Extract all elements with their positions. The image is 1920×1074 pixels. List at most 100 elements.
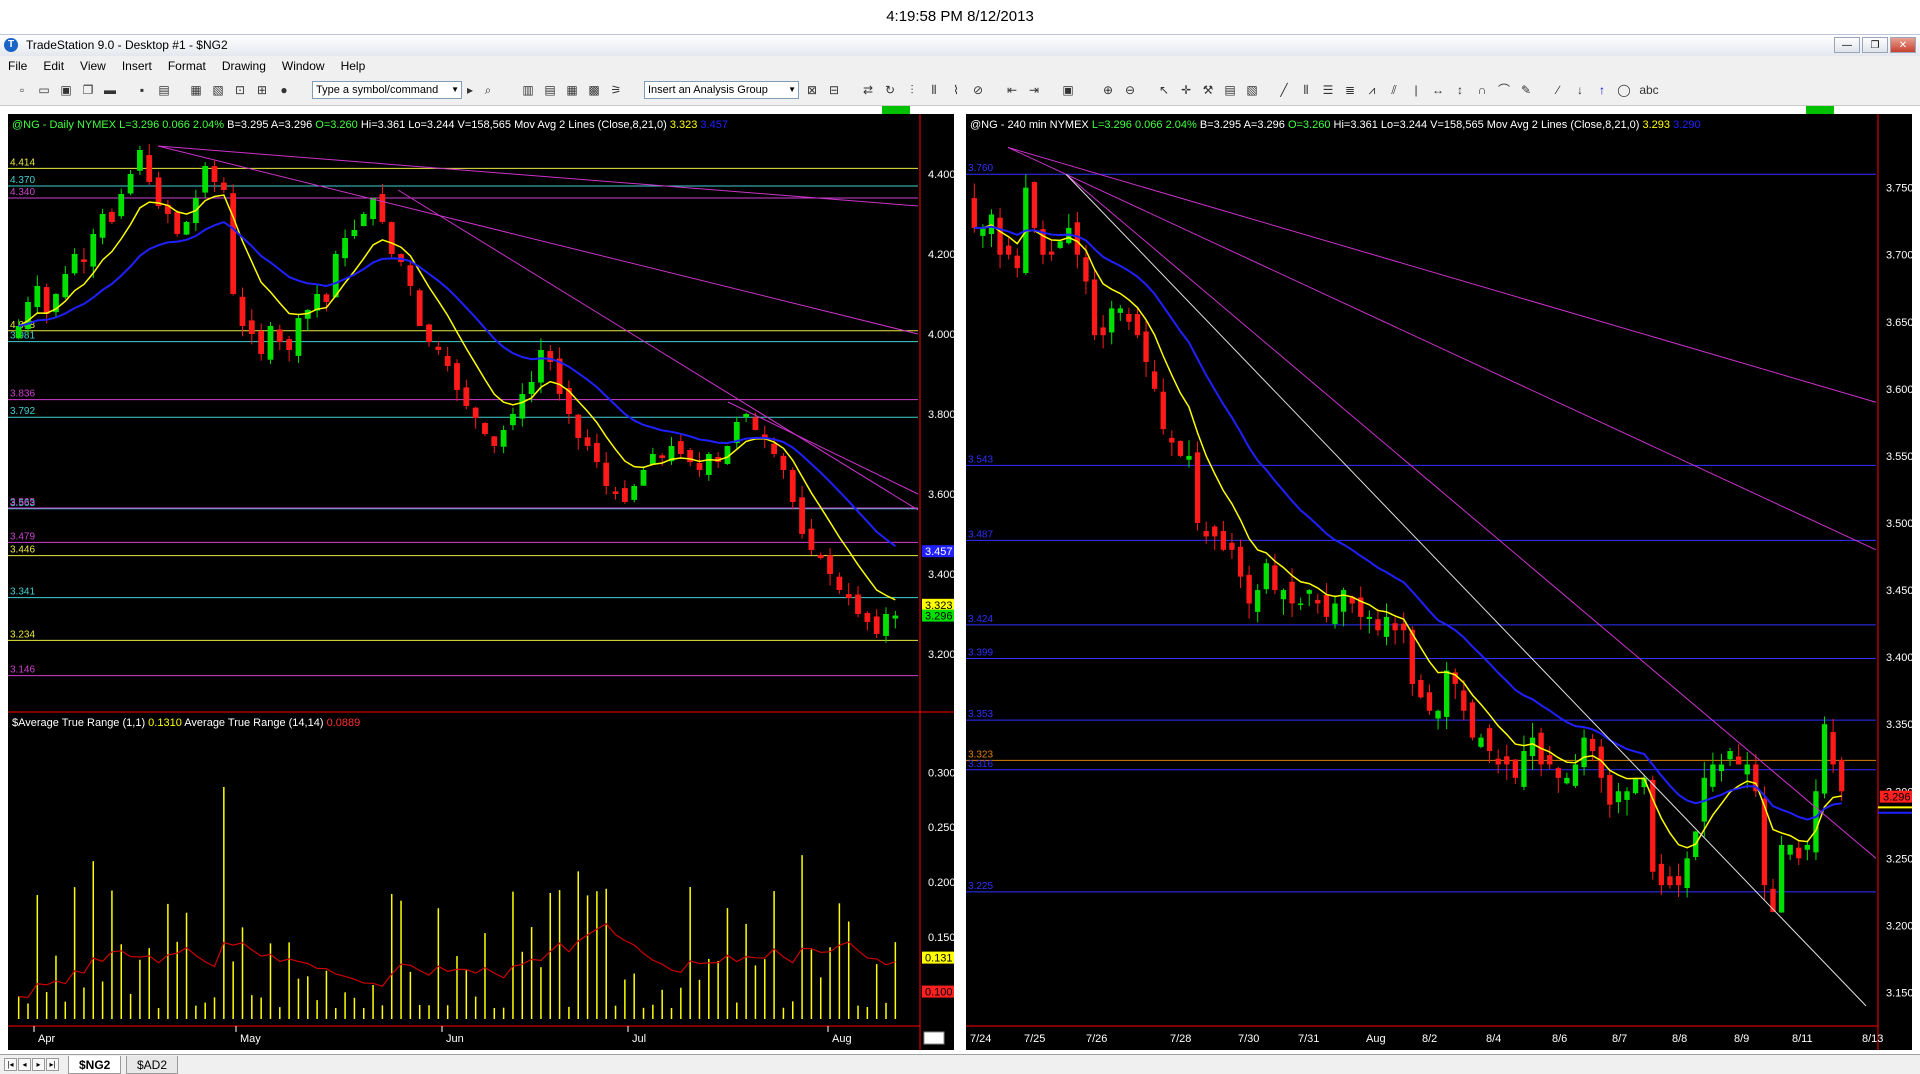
chart-settings-icon[interactable]: ▣: [1060, 82, 1076, 98]
left-chart-marker: [882, 106, 910, 114]
price-candle: [1366, 616, 1373, 619]
window-titlebar: T TradeStation 9.0 - Desktop #1 - $NG2 —…: [0, 34, 1920, 56]
symbol-lookup-icon[interactable]: ⌕: [480, 82, 496, 98]
first-tab-icon[interactable]: |◂: [4, 1058, 17, 1071]
scroll-left-icon[interactable]: ⇤: [1004, 82, 1020, 98]
copy-icon[interactable]: ❐: [80, 82, 96, 98]
daily-chart-window[interactable]: 4.414 4.370 4.340 4.008 3.981 3.836 3.792 3.563…: [8, 114, 954, 1050]
menu-window[interactable]: Window: [274, 56, 333, 76]
price-candle: [1727, 751, 1733, 760]
menu-format[interactable]: Format: [160, 56, 214, 76]
refresh-icon[interactable]: ↻: [882, 82, 898, 98]
menu-view[interactable]: View: [72, 56, 114, 76]
time-axis-label: 7/26: [1086, 1033, 1107, 1045]
fibonacci-icon[interactable]: ≣: [1342, 82, 1358, 98]
chevron-down-icon[interactable]: ▼: [451, 82, 459, 98]
daily-bid: B=3.295: [227, 119, 268, 131]
horizontal-lines-icon[interactable]: ☰: [1320, 82, 1336, 98]
radar-icon[interactable]: ▤: [542, 82, 558, 98]
price-candle: [510, 414, 516, 426]
print-icon[interactable]: ▤: [156, 82, 172, 98]
menu-bar: File Edit View Insert Format Drawing Win…: [0, 56, 1920, 76]
level-label: 3.353: [968, 709, 993, 720]
strategy-icon[interactable]: ⊠: [804, 82, 820, 98]
arrow-down-icon[interactable]: ↓: [1572, 82, 1588, 98]
zoom-in-icon[interactable]: ⊕: [1100, 82, 1116, 98]
folder-icon[interactable]: ▬: [102, 82, 118, 98]
price-candle: [1521, 751, 1527, 787]
prev-tab-icon[interactable]: ◂: [18, 1058, 31, 1071]
window-icon[interactable]: ▦: [188, 82, 204, 98]
price-candle: [1151, 371, 1158, 389]
lock-icon[interactable]: ⊡: [232, 82, 248, 98]
menu-drawing[interactable]: Drawing: [214, 56, 274, 76]
arc-icon[interactable]: ∩: [1474, 82, 1490, 98]
close-button[interactable]: ✕: [1890, 37, 1916, 53]
grid-icon[interactable]: ▩: [586, 82, 602, 98]
price-candle: [444, 355, 451, 366]
crosshair-icon[interactable]: ✛: [1178, 82, 1194, 98]
freehand-icon[interactable]: ∕: [1550, 82, 1566, 98]
h-arrow-icon[interactable]: ↔: [1430, 82, 1446, 98]
globe-icon[interactable]: ●: [276, 82, 292, 98]
trendline-icon[interactable]: ╱: [1276, 82, 1292, 98]
speed-lines-icon[interactable]: ⌒: [1496, 82, 1512, 98]
price-candle: [603, 462, 610, 486]
vertical-lines-icon[interactable]: ⦀: [1298, 82, 1314, 98]
pointer-icon[interactable]: ↖: [1156, 82, 1172, 98]
text-abc-icon[interactable]: abc: [1638, 82, 1660, 98]
price-candle: [528, 382, 535, 395]
link-icon[interactable]: ⊞: [254, 82, 270, 98]
new-icon[interactable]: ▫: [14, 82, 30, 98]
pen-icon[interactable]: ✎: [1518, 82, 1534, 98]
v-arrow-icon[interactable]: ↕: [1452, 82, 1468, 98]
price-candle: [1443, 670, 1450, 717]
maximize-button[interactable]: ❐: [1862, 37, 1888, 53]
save-all-icon[interactable]: ▣: [58, 82, 74, 98]
analysis-group-select[interactable]: Insert an Analysis Group ▼: [644, 81, 799, 99]
bar-icon[interactable]: ⫶: [904, 82, 920, 98]
data-window-icon[interactable]: ▤: [1222, 82, 1238, 98]
daily-chart[interactable]: 4.4144.3704.3404.0083.9813.8363.7923.563…: [8, 114, 954, 1050]
time-axis-label: May: [240, 1033, 261, 1045]
save-icon[interactable]: ▪: [134, 82, 150, 98]
last-tab-icon[interactable]: ▸|: [46, 1058, 59, 1071]
ma-fast-line: [974, 224, 1842, 849]
gann-fan-icon[interactable]: ⩘: [1364, 82, 1380, 98]
next-tab-icon[interactable]: ▸: [32, 1058, 45, 1071]
zoom-out-icon[interactable]: ⊖: [1122, 82, 1138, 98]
text-icon[interactable]: ▧: [1244, 82, 1260, 98]
format-icon[interactable]: ⇄: [860, 82, 876, 98]
price-candle: [1160, 391, 1166, 430]
chart-icon[interactable]: ▥: [520, 82, 536, 98]
scroll-right-icon[interactable]: ⇥: [1026, 82, 1042, 98]
chevron-down-icon[interactable]: ▼: [788, 82, 796, 98]
symbol-input[interactable]: Type a symbol/command ▼: [312, 81, 462, 99]
tab-ng2[interactable]: $NG2: [68, 1056, 122, 1074]
line-chart-icon[interactable]: ⌇: [948, 82, 964, 98]
indicator-icon[interactable]: ⊟: [826, 82, 842, 98]
minimize-button[interactable]: —: [1834, 37, 1860, 53]
menu-help[interactable]: Help: [333, 56, 374, 76]
tools-icon[interactable]: ⚒: [1200, 82, 1216, 98]
tab-ad2[interactable]: $AD2: [126, 1056, 179, 1074]
intraday-chart-window[interactable]: 3.760 3.543 3.487 3.424 3.399 3.353 3.323 3.316…: [966, 114, 1912, 1050]
vertical-line-icon[interactable]: |: [1408, 82, 1424, 98]
time-axis-label: 7/24: [970, 1033, 991, 1045]
andrews-icon[interactable]: ⫽: [1386, 82, 1402, 98]
price-candle: [43, 287, 50, 314]
arrow-up-icon[interactable]: ↑: [1594, 82, 1610, 98]
menu-insert[interactable]: Insert: [114, 56, 160, 76]
candle-icon[interactable]: ⫴: [926, 82, 942, 98]
ellipse-icon[interactable]: ◯: [1616, 82, 1632, 98]
menu-file[interactable]: File: [0, 56, 35, 76]
layout-icon[interactable]: ▧: [210, 82, 226, 98]
intraday-ma-slow: 3.290: [1673, 119, 1701, 131]
menu-edit[interactable]: Edit: [35, 56, 72, 76]
scanner-icon[interactable]: ⚞: [608, 82, 624, 98]
matrix-icon[interactable]: ▦: [564, 82, 580, 98]
point-figure-icon[interactable]: ⊘: [970, 82, 986, 98]
go-arrow-icon[interactable]: ▸: [462, 82, 478, 98]
intraday-chart[interactable]: 3.7603.5433.4873.4243.3993.3533.3233.316…: [966, 114, 1912, 1050]
open-icon[interactable]: ▭: [36, 82, 52, 98]
